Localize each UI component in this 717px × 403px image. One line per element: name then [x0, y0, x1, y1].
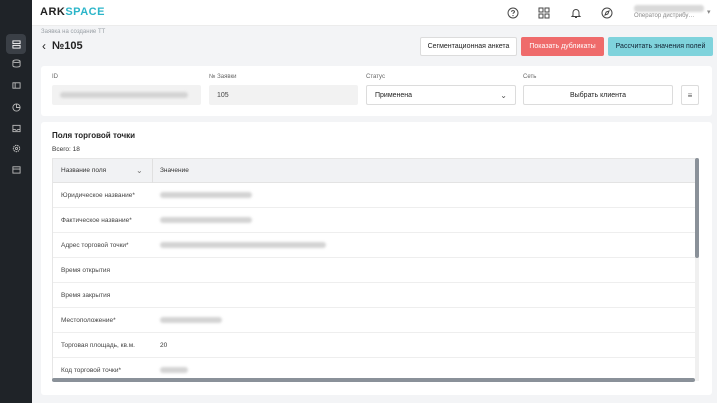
table-row[interactable]: Юридическое название*	[53, 183, 697, 208]
back-arrow-icon[interactable]: ‹	[42, 40, 46, 52]
status-select[interactable]: Применена ⌄	[366, 85, 516, 105]
status-label: Статус	[366, 74, 385, 80]
bell-icon[interactable]	[569, 6, 583, 20]
table-total: Всего: 18	[52, 146, 80, 153]
field-name: Код торговой точки*	[61, 367, 122, 374]
network-label: Сеть	[523, 74, 537, 80]
list-button[interactable]: ≡	[681, 85, 699, 105]
column-header-value[interactable]: Значение	[160, 167, 189, 174]
left-sidebar	[0, 0, 32, 403]
fields-table: Название поля ⌄ Значение Юридическое наз…	[52, 158, 698, 381]
field-name: Юридическое название*	[61, 192, 135, 199]
field-value-redacted	[160, 317, 222, 323]
cards-icon[interactable]	[6, 75, 26, 95]
show-duplicates-button[interactable]: Показать дубликаты	[521, 37, 604, 56]
field-value-redacted	[160, 217, 252, 223]
field-name: Время закрытия	[61, 292, 111, 299]
top-bar: ARKSPACE Оператор дистрибу… ▾	[32, 0, 717, 26]
table-header: Название поля ⌄ Значение	[53, 159, 697, 183]
table-row[interactable]: Торговая площадь, кв.м. 20	[53, 333, 697, 358]
apps-grid-icon[interactable]	[537, 6, 551, 20]
table-row[interactable]: Фактическое название*	[53, 208, 697, 233]
table-row[interactable]: Время открытия	[53, 258, 697, 283]
column-divider[interactable]	[152, 159, 153, 183]
choose-client-button[interactable]: Выбрать клиента	[523, 85, 673, 105]
field-value-redacted	[160, 367, 188, 373]
field-value-redacted	[160, 242, 326, 248]
column-header-name[interactable]: Название поля	[61, 167, 106, 174]
table-row[interactable]: Адрес торговой точки*	[53, 233, 697, 258]
vertical-scrollbar[interactable]	[695, 158, 699, 381]
chevron-down-icon[interactable]: ⌄	[136, 166, 143, 175]
status-value: Применена	[375, 91, 413, 99]
field-name: Фактическое название*	[61, 217, 132, 224]
table-heading: Поля торговой точки	[52, 131, 136, 140]
request-number-label: № Заявки	[209, 74, 237, 80]
requests-icon[interactable]	[6, 34, 26, 54]
inbox-icon[interactable]	[6, 118, 26, 138]
id-field[interactable]	[52, 85, 201, 105]
page-title: №105	[52, 40, 83, 52]
horizontal-scrollbar[interactable]	[52, 378, 695, 382]
app-logo[interactable]: ARKSPACE	[40, 6, 105, 18]
field-value-redacted	[160, 192, 252, 198]
table-row[interactable]: Местоположение*	[53, 308, 697, 333]
breadcrumb[interactable]: Заявка на создание ТТ	[41, 29, 105, 35]
compass-icon[interactable]	[600, 6, 614, 20]
settings-icon[interactable]	[6, 138, 26, 158]
user-name-redacted[interactable]	[634, 5, 704, 12]
segment-survey-button[interactable]: Сегментационная анкета	[420, 37, 517, 56]
user-role: Оператор дистрибу…	[634, 13, 695, 19]
field-value: 20	[160, 342, 168, 349]
field-name: Адрес торговой точки*	[61, 242, 129, 249]
support-icon[interactable]	[506, 6, 520, 20]
calendar-icon[interactable]	[6, 159, 26, 179]
scrollbar-thumb[interactable]	[695, 158, 699, 258]
field-name: Время открытия	[61, 267, 111, 274]
chevron-down-icon: ⌄	[500, 90, 507, 100]
chevron-down-icon[interactable]: ▾	[707, 8, 711, 16]
analytics-icon[interactable]	[6, 97, 26, 117]
field-name: Местоположение*	[61, 317, 116, 324]
request-number-field[interactable]: 105	[209, 85, 358, 105]
database-icon[interactable]	[6, 53, 26, 73]
field-name: Торговая площадь, кв.м.	[61, 342, 135, 349]
id-value-redacted	[60, 92, 188, 98]
calculate-fields-button[interactable]: Рассчитать значения полей	[608, 37, 713, 56]
table-row[interactable]: Время закрытия	[53, 283, 697, 308]
id-label: ID	[52, 74, 58, 80]
